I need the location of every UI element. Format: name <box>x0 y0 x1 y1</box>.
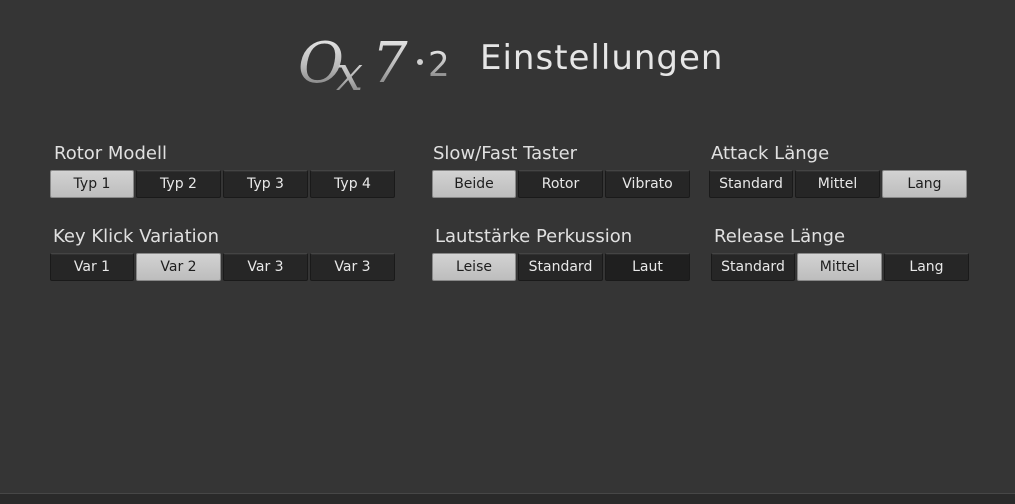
rotor-typ-1-button[interactable]: Typ 1 <box>50 170 134 198</box>
lautstaerke-standard-button[interactable]: Standard <box>518 253 603 281</box>
attack-buttons: Standard Mittel Lang <box>709 170 969 198</box>
release-mittel-button[interactable]: Mittel <box>797 253 882 281</box>
rotor-typ-3-button[interactable]: Typ 3 <box>223 170 308 198</box>
attack-standard-button[interactable]: Standard <box>709 170 793 198</box>
key-klick-var-3-button[interactable]: Var 3 <box>223 253 308 281</box>
logo-x: x <box>336 46 363 100</box>
logo-2: 2 <box>428 45 450 85</box>
logo-7: 7 <box>372 31 408 96</box>
key-klick-var-2-button[interactable]: Var 2 <box>136 253 221 281</box>
logo-dot <box>417 59 423 65</box>
bottom-bar <box>0 493 1015 504</box>
release-buttons: Standard Mittel Lang <box>711 253 971 281</box>
slow-fast-rotor-button[interactable]: Rotor <box>518 170 603 198</box>
slow-fast-label: Slow/Fast Taster <box>433 143 578 164</box>
release-lang-button[interactable]: Lang <box>884 253 969 281</box>
slow-fast-vibrato-button[interactable]: Vibrato <box>605 170 690 198</box>
key-klick-var-4-button[interactable]: Var 3 <box>310 253 395 281</box>
header: O x 7 2 Einstellungen <box>0 22 1015 102</box>
rotor-typ-2-button[interactable]: Typ 2 <box>136 170 221 198</box>
key-klick-var-1-button[interactable]: Var 1 <box>50 253 134 281</box>
rotor-modell-label: Rotor Modell <box>54 143 167 164</box>
key-klick-buttons: Var 1 Var 2 Var 3 Var 3 <box>50 253 397 281</box>
ox7-logo: O x 7 2 <box>298 31 450 100</box>
attack-mittel-button[interactable]: Mittel <box>795 170 880 198</box>
slow-fast-beide-button[interactable]: Beide <box>432 170 516 198</box>
rotor-typ-4-button[interactable]: Typ 4 <box>310 170 395 198</box>
lautstaerke-buttons: Leise Standard Laut <box>432 253 692 281</box>
slow-fast-buttons: Beide Rotor Vibrato <box>432 170 692 198</box>
release-standard-button[interactable]: Standard <box>711 253 795 281</box>
lautstaerke-laut-button[interactable]: Laut <box>605 253 690 281</box>
attack-lang-button[interactable]: Lang <box>882 170 967 198</box>
release-label: Release Länge <box>714 226 846 247</box>
attack-label: Attack Länge <box>711 143 830 164</box>
key-klick-label: Key Klick Variation <box>53 226 220 247</box>
rotor-modell-buttons: Typ 1 Typ 2 Typ 3 Typ 4 <box>50 170 397 198</box>
lautstaerke-leise-button[interactable]: Leise <box>432 253 516 281</box>
lautstaerke-label: Lautstärke Perkussion <box>435 226 633 247</box>
page-title: Einstellungen <box>480 38 724 78</box>
